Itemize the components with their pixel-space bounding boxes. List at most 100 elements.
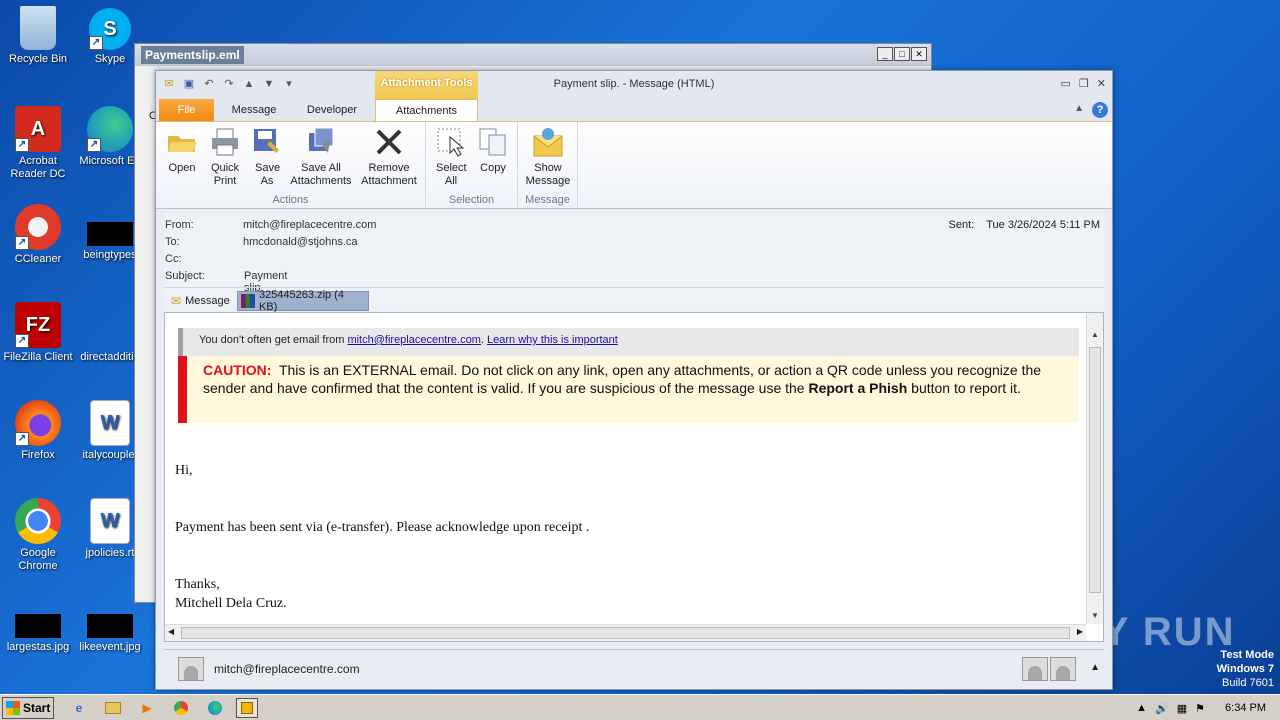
horizontal-scrollbar[interactable]: ◀ ▶ (165, 624, 1086, 641)
word-document-icon: W (90, 498, 130, 544)
shortcut-arrow-icon: ↗ (15, 138, 29, 152)
acrobat-icon[interactable]: A ↗ Acrobat Reader DC (0, 106, 76, 181)
remove-x-icon (373, 126, 405, 158)
start-button[interactable]: Start (2, 697, 54, 719)
chrome-taskbar-icon[interactable] (170, 698, 192, 718)
desktop-icon-label: FileZilla Client (3, 351, 73, 363)
volume-icon[interactable]: 🔊 (1155, 702, 1169, 715)
body-line: Payment has been sent via (e-transfer). … (175, 520, 590, 535)
people-pane-sender[interactable]: mitch@fireplacecentre.com (214, 662, 360, 676)
close-icon[interactable]: ✕ (1097, 77, 1106, 90)
acrobat-logo-icon: A ↗ (15, 106, 61, 152)
test-mode-label: Test Mode Windows 7 Build 7601 (1217, 648, 1274, 690)
network-icon[interactable]: ▦ (1177, 702, 1187, 715)
open-button[interactable]: Open (162, 126, 202, 175)
tab-attachments[interactable]: Attachments (375, 99, 478, 121)
winrar-archive-icon (241, 294, 255, 308)
media-player-icon[interactable]: ▶ (136, 698, 158, 718)
build-number: Build 7601 (1222, 677, 1274, 689)
titlebar[interactable]: ✉ ▣ ↶ ↷ ▲ ▼ ▾ Attachment Tools Payment s… (156, 71, 1112, 99)
show-message-button[interactable]: Show Message (522, 126, 574, 188)
copy-icon (477, 126, 509, 158)
scroll-thumb[interactable] (1089, 347, 1101, 593)
vertical-scrollbar[interactable]: ▲ ▼ (1086, 313, 1103, 624)
avatar[interactable] (1050, 657, 1076, 681)
tab-developer[interactable]: Developer (294, 99, 370, 121)
save-all-attachments-button[interactable]: Save All Attachments (286, 126, 356, 188)
desktop: Recycle Bin S ↗ Skype A ↗ Acrobat Reader D… (0, 0, 1280, 694)
select-all-label: Select All (436, 162, 467, 187)
greeting: Hi, (175, 463, 193, 478)
tab-file[interactable]: File (159, 99, 214, 121)
scroll-down-icon[interactable]: ▼ (1087, 608, 1103, 624)
expand-people-pane-icon[interactable]: ▲ (1090, 662, 1100, 673)
sender-link[interactable]: mitch@fireplacecentre.com (347, 334, 480, 346)
test-mode-line: Test Mode (1220, 649, 1274, 661)
quick-print-button[interactable]: Quick Print (204, 126, 246, 188)
recycle-bin-icon[interactable]: Recycle Bin (0, 6, 76, 66)
firefox-icon[interactable]: ↗ Firefox (0, 400, 76, 462)
minimize-icon[interactable]: _ (877, 47, 893, 61)
scroll-up-icon[interactable]: ▲ (1087, 327, 1103, 343)
likeevent-icon[interactable]: likeevent.jpg (72, 600, 148, 654)
ie-icon[interactable]: e (68, 698, 90, 718)
explorer-icon[interactable] (102, 698, 124, 718)
ccleaner-icon[interactable]: ↗ CCleaner (0, 204, 76, 266)
ribbon: Open Quick Print Save As Save All Attach… (156, 121, 1112, 209)
desktop-icon-label: Google Chrome (18, 547, 58, 572)
firefox-logo-icon: ↗ (15, 400, 61, 446)
edge-taskbar-icon[interactable] (204, 698, 226, 718)
hscroll-thumb[interactable] (181, 627, 1070, 639)
zip-file-label: 325445263.zip (4 KB) (258, 289, 344, 313)
zip-attachment-item[interactable]: 325445263.zip (4 KB) (237, 289, 369, 313)
person-icon (184, 666, 198, 680)
actions-group-label: Actions (272, 194, 309, 206)
restore-icon[interactable]: ❐ (1079, 77, 1089, 90)
show-hidden-icons-icon[interactable]: ▲ (1136, 702, 1147, 714)
tab-message[interactable]: Message (220, 99, 288, 121)
copy-label: Copy (480, 162, 506, 174)
shortcut-arrow-icon: ↗ (87, 138, 101, 152)
filezilla-icon[interactable]: FZ ↗ FileZilla Client (0, 302, 76, 364)
chrome-icon[interactable]: Google Chrome (0, 498, 76, 573)
message-body[interactable]: You don't often get email from mitch@fir… (164, 312, 1104, 642)
action-center-flag-icon[interactable]: ⚑ (1195, 702, 1205, 715)
select-all-button[interactable]: Select All (430, 126, 472, 188)
chrome-logo-icon (15, 498, 61, 544)
remove-attachment-button[interactable]: Remove Attachment (356, 126, 422, 188)
outlook-taskbar-icon[interactable] (236, 698, 258, 718)
clock[interactable]: 6:34 PM (1225, 702, 1266, 714)
desktop-icon-label: Firefox (21, 449, 55, 461)
image-thumbnail-icon (87, 614, 133, 638)
windows-version: Windows 7 (1216, 663, 1274, 675)
scroll-left-icon[interactable]: ◀ (168, 627, 174, 636)
help-icon[interactable]: ? (1092, 102, 1108, 118)
message-attachment-item[interactable]: ✉ Message (168, 291, 233, 311)
subject-label: Subject: (165, 270, 205, 282)
avatar[interactable] (1022, 657, 1048, 681)
learn-why-link[interactable]: Learn why this is important (487, 334, 618, 346)
minimize-icon[interactable]: ▭ (1061, 77, 1071, 90)
from-value[interactable]: mitch@fireplacecentre.com (243, 219, 376, 231)
caution-banner: CAUTION: This is an EXTERNAL email. Do n… (178, 356, 1079, 423)
window-controls: ▭ ❐ ✕ (1061, 77, 1107, 90)
save-as-button[interactable]: Save As (248, 126, 286, 188)
scroll-right-icon[interactable]: ▶ (1077, 627, 1083, 636)
first-contact-notice: You don't often get email from mitch@fir… (178, 328, 1079, 356)
minimize-ribbon-icon[interactable]: ▲ (1074, 103, 1084, 114)
close-icon[interactable]: ✕ (911, 47, 927, 61)
select-all-icon (435, 126, 467, 158)
to-value[interactable]: hmcdonald@stjohns.ca (243, 236, 358, 248)
file-thumbnail-icon (87, 222, 133, 246)
largestas-icon[interactable]: largestas.jpg (0, 600, 76, 654)
trash-icon (20, 6, 56, 50)
outlook-message-window[interactable]: ✉ ▣ ↶ ↷ ▲ ▼ ▾ Attachment Tools Payment s… (155, 70, 1113, 690)
taskbar: Start e ▶ ▲ 🔊 ▦ ⚑ 6:34 PM (0, 694, 1280, 720)
avatar[interactable] (178, 657, 204, 681)
save-all-label: Save All Attachments (290, 162, 352, 187)
person-icon (1056, 666, 1070, 680)
copy-button[interactable]: Copy (472, 126, 514, 175)
background-window-titlebar[interactable]: Paymentslip.eml (135, 44, 931, 66)
maximize-icon[interactable]: □ (894, 47, 910, 61)
filezilla-logo-icon: FZ ↗ (15, 302, 61, 348)
